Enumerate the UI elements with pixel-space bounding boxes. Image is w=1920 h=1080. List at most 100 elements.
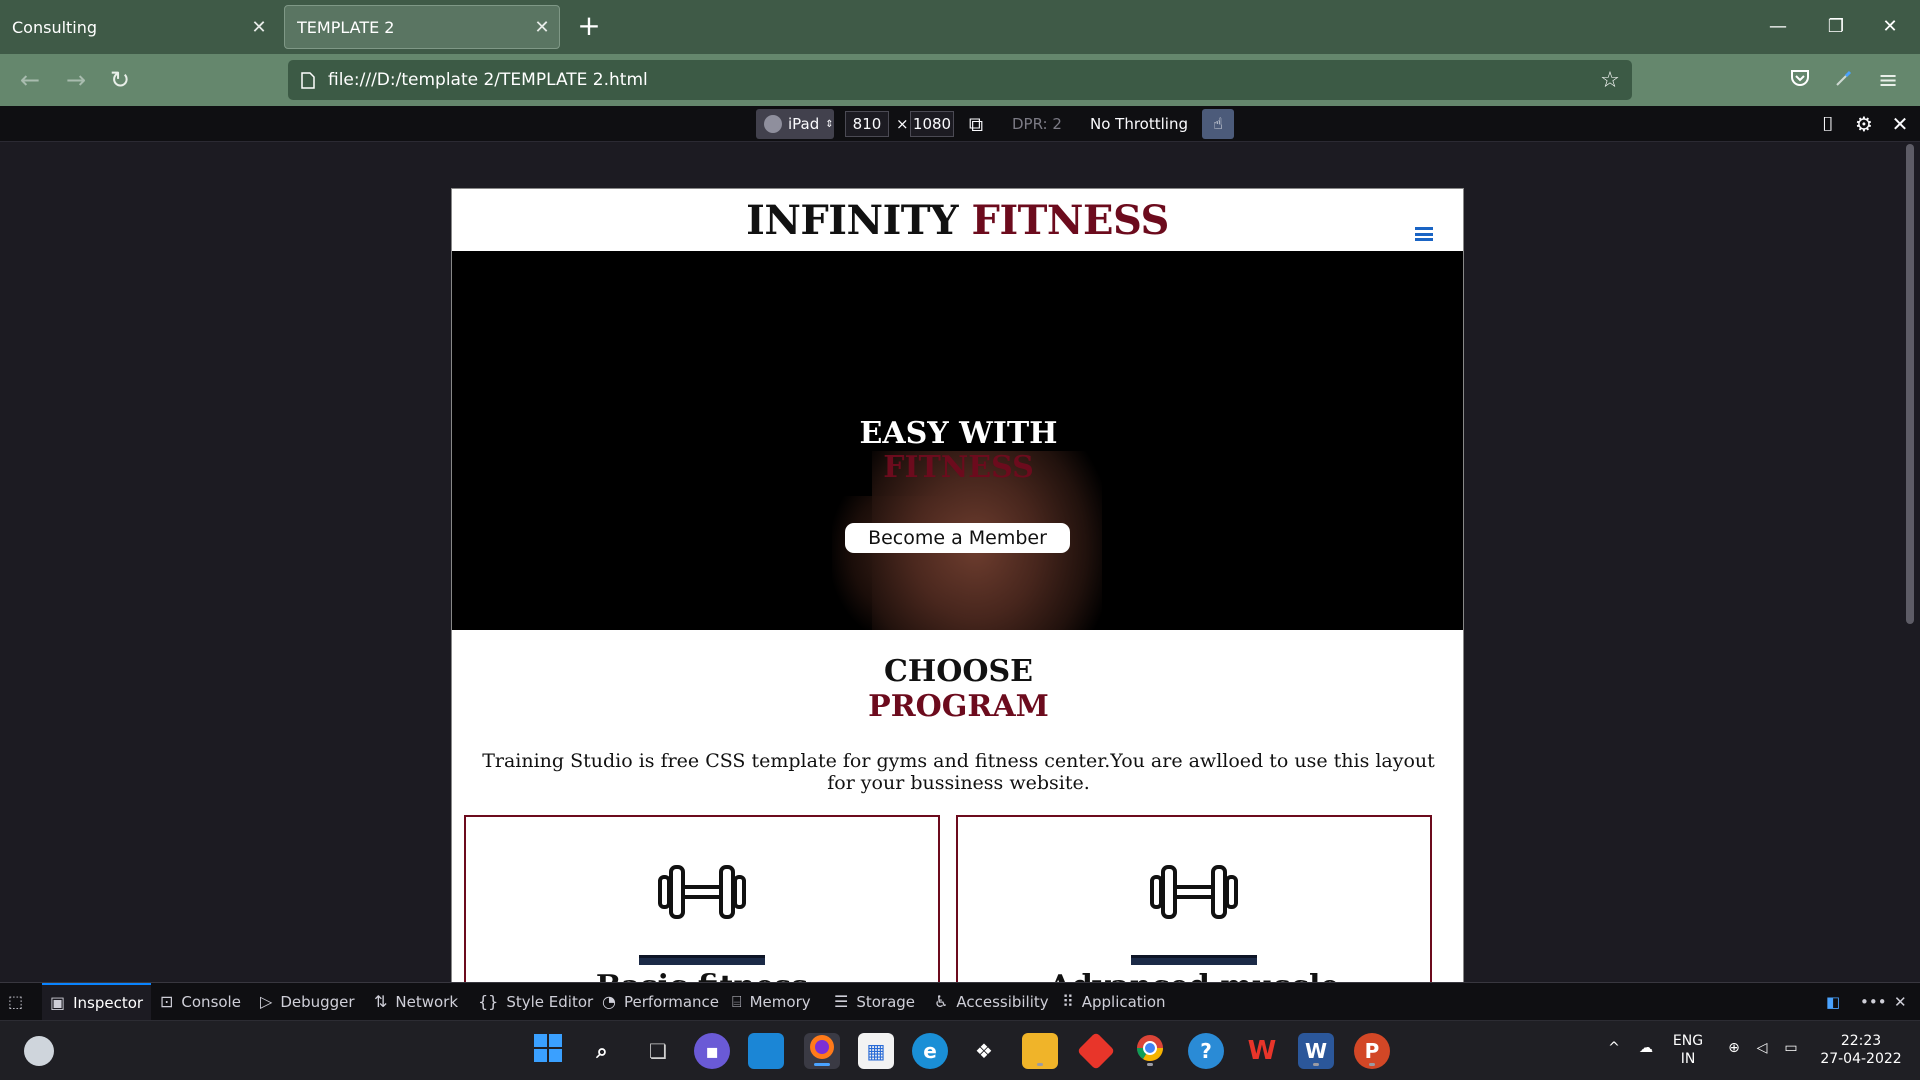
language-indicator[interactable]: ENG IN [1670,1032,1706,1068]
reload-icon[interactable]: ↻ [102,62,138,98]
hamburger-menu-icon[interactable] [1415,227,1433,241]
edge-icon[interactable]: e [912,1033,948,1069]
tab-inspector[interactable]: ▣ Inspector [42,983,152,1020]
wps-icon[interactable]: W [1244,1033,1280,1069]
file-explorer-icon[interactable] [1022,1033,1058,1069]
tab-label: Performance [623,992,720,1011]
more-options-icon[interactable]: ••• [1860,983,1887,1020]
chrome-icon[interactable] [1132,1033,1168,1069]
address-bar[interactable]: file:///D:/template 2/TEMPLATE 2.html ☆ [288,60,1632,100]
brand-logo[interactable]: INFINITY FITNESS [452,189,1463,253]
grid-icon: ⠿ [1062,992,1074,1011]
program-card[interactable]: Basic fitness [464,815,940,982]
program-line-1: CHOOSE [883,654,1034,689]
tab-storage[interactable]: ☰ Storage [834,983,915,1020]
chip-icon: ⌸ [732,991,742,1011]
close-tab-icon[interactable]: ✕ [525,17,559,38]
tab-memory[interactable]: ⌸ Memory [732,983,811,1020]
program-line-2: PROGRAM [868,689,1049,724]
new-tab-button[interactable]: + [572,10,606,44]
network-icon: ⇅ [374,992,388,1011]
accessibility-icon: ♿ [934,992,949,1011]
dimension-separator: × [896,115,909,133]
pocket-icon[interactable] [1782,62,1818,98]
element-picker-icon[interactable]: ⬚ [8,983,23,1020]
lang-code: ENG [1672,1033,1704,1049]
tab-label: Application [1081,992,1166,1011]
help-icon[interactable]: ? [1188,1033,1224,1069]
onedrive-icon[interactable]: ☁ [1636,1039,1656,1057]
word-icon[interactable]: W [1298,1033,1334,1069]
debugger-icon: ▷ [260,992,273,1011]
bookmark-star-icon[interactable]: ☆ [1588,68,1632,93]
dpr-selector[interactable]: DPR: 2 [1012,111,1062,137]
menu-icon[interactable]: ≡ [1870,62,1906,98]
program-card[interactable]: Advanced muscle [956,815,1432,982]
forward-icon[interactable]: → [58,62,94,98]
chevron-updown-icon: ⇕ [825,118,834,130]
powerpoint-icon[interactable]: P [1354,1033,1390,1069]
tab-accessibility[interactable]: ♿ Accessibility [934,983,1049,1020]
close-devtools-icon[interactable]: ✕ [1894,983,1907,1020]
tab-style-editor[interactable]: {} Style Editor [478,983,593,1020]
weather-icon[interactable] [24,1036,54,1066]
screenshot-icon[interactable]: ⌷ [1814,110,1842,138]
chat-icon[interactable]: ▪ [694,1033,730,1069]
program-description: Training Studio is free CSS template for… [482,750,1435,794]
tab-console[interactable]: ⊡ Console [160,983,241,1020]
inspector-icon: ▣ [50,993,66,1012]
hero-banner: EASY WITH FITNESS Become a Member [452,251,1463,630]
vertical-scrollbar[interactable] [1906,144,1914,624]
tab-application[interactable]: ⠿ Application [1062,983,1166,1020]
chevron-up-icon[interactable]: ^ [1604,1039,1624,1057]
hero-line-2: FITNESS [883,450,1034,485]
throttling-selector[interactable]: No Throttling [1090,111,1188,137]
desktop-app-icon[interactable] [748,1033,784,1069]
tab-performance[interactable]: ◔ Performance [602,983,719,1020]
store-icon[interactable]: ▦ [858,1033,894,1069]
battery-icon[interactable]: ▭ [1780,1039,1802,1057]
device-selector[interactable]: iPad ⇕ [756,109,834,139]
tab-label: Inspector [73,993,144,1012]
dumbbell-icon [958,863,1430,925]
search-icon[interactable]: ⌕ [584,1033,620,1069]
dock-side-icon[interactable]: ◧ [1826,983,1840,1020]
close-rdm-icon[interactable]: ✕ [1886,110,1914,138]
viewport-width-input[interactable]: 810 [845,111,889,137]
responsive-design-toolbar: iPad ⇕ 810 × 1080 ⧉ DPR: 2 No Throttling… [0,106,1920,142]
device-label: iPad [788,115,820,133]
page-icon [288,71,328,89]
eyedropper-icon[interactable] [1826,62,1862,98]
tab-label: Style Editor [506,992,594,1011]
storage-icon: ☰ [834,992,849,1011]
console-icon: ⊡ [160,992,174,1011]
tab-debugger[interactable]: ▷ Debugger [260,983,355,1020]
clock[interactable]: 22:23 27-04-2022 [1818,1032,1904,1068]
firefox-icon[interactable] [804,1033,840,1069]
settings-gear-icon[interactable]: ⚙ [1850,110,1878,138]
browser-tab-active[interactable]: TEMPLATE 2 ✕ [284,5,560,49]
close-tab-icon[interactable]: ✕ [242,17,276,38]
become-member-button[interactable]: Become a Member [845,523,1070,553]
hero-title: EASY WITH FITNESS [452,417,1463,485]
website-frame: INFINITY FITNESS EASY WITH FITNESS Becom… [451,188,1464,982]
minimize-icon[interactable]: — [1748,8,1808,46]
task-view-icon[interactable]: ❏ [640,1033,676,1069]
page-viewport: INFINITY FITNESS EASY WITH FITNESS Becom… [0,142,1920,982]
program-title: CHOOSE PROGRAM [452,654,1463,724]
tab-label: Debugger [280,992,355,1011]
window-close-icon[interactable]: ✕ [1860,8,1920,46]
tab-network[interactable]: ⇅ Network [374,983,458,1020]
rotate-icon[interactable]: ⧉ [962,110,990,138]
tab-label: Memory [749,992,811,1011]
restore-icon[interactable]: ❐ [1806,8,1866,46]
viewport-height-input[interactable]: 1080 [910,111,954,137]
volume-icon[interactable]: ◁ [1752,1039,1772,1057]
diamond-app-icon[interactable] [1076,1031,1116,1071]
back-icon[interactable]: ← [12,62,48,98]
network-globe-icon[interactable]: ⊕ [1724,1039,1744,1057]
dropbox-icon[interactable]: ❖ [966,1033,1002,1069]
start-icon[interactable] [530,1033,566,1069]
browser-tab[interactable]: Consulting ✕ [0,5,276,49]
touch-simulation-icon[interactable]: ☝ [1202,109,1234,139]
